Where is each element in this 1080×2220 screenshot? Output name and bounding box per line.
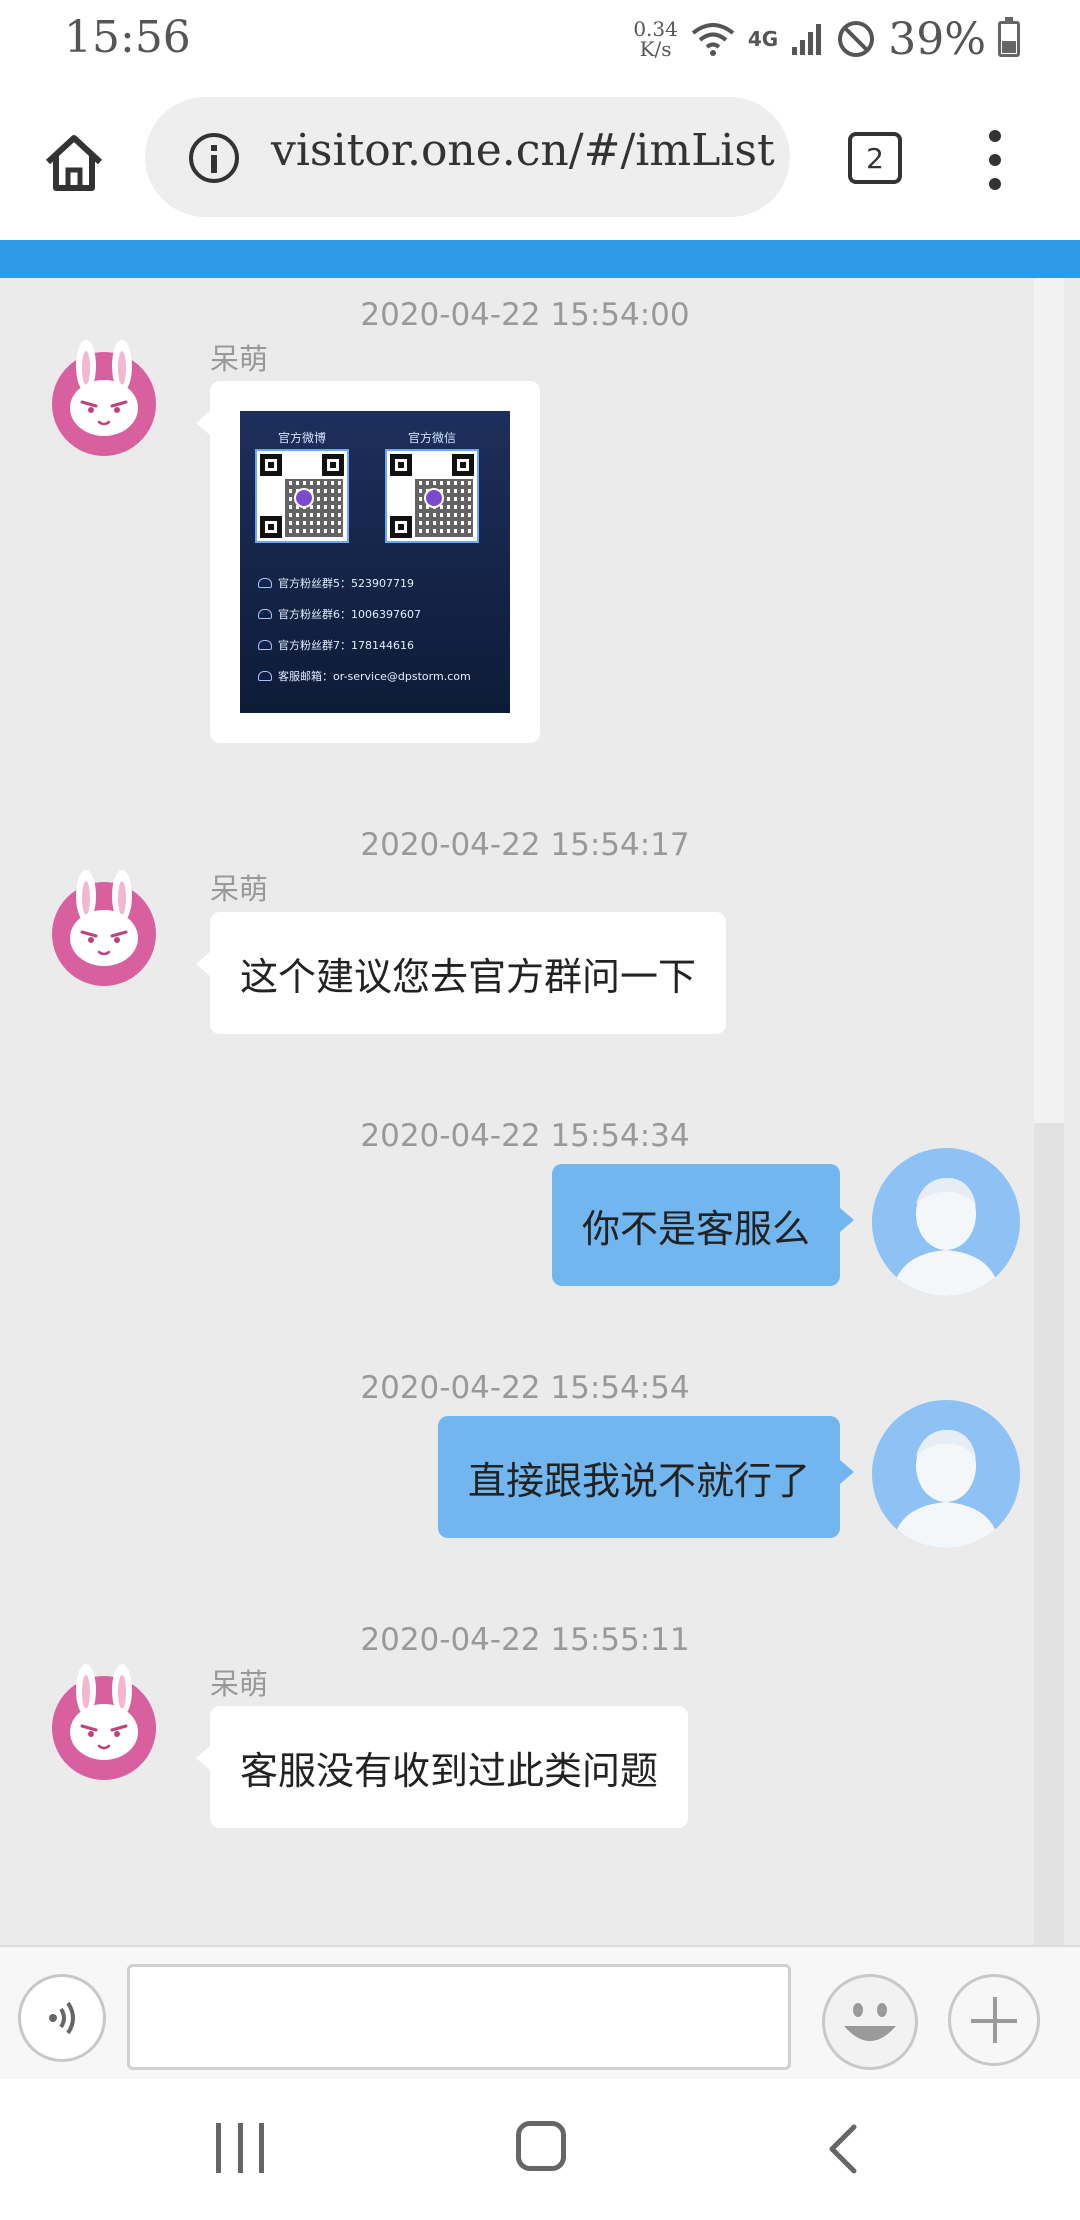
- message-input[interactable]: [127, 1964, 791, 2070]
- signal-icon: [792, 24, 822, 55]
- menu-dot: [989, 130, 1001, 142]
- message-timestamp: 2020-04-22 15:54:54: [360, 1370, 690, 1406]
- poster-line-text: 官方粉丝群5：523907719: [278, 577, 414, 590]
- agent-avatar[interactable]: [44, 868, 164, 988]
- weibo-qr-code: [255, 449, 349, 543]
- voice-button[interactable]: [18, 1974, 106, 2062]
- recent-apps-icon: [259, 2123, 264, 2173]
- system-nav-bar: [0, 2079, 1080, 2220]
- do-not-disturb-icon: [838, 21, 875, 57]
- user-avatar[interactable]: [872, 1400, 1020, 1548]
- group-icon: [258, 578, 272, 588]
- qr-finder: [452, 454, 474, 476]
- qr-finder: [390, 454, 412, 476]
- poster-line: 官方粉丝群5：523907719: [258, 575, 414, 591]
- qr-label-wechat: 官方微信: [407, 431, 456, 445]
- page-header-bar: [0, 240, 1080, 278]
- user-avatar[interactable]: [872, 1148, 1020, 1296]
- recent-apps-icon: [237, 2123, 243, 2173]
- menu-dot: [989, 178, 1001, 190]
- plus-button[interactable]: [948, 1974, 1040, 2066]
- poster-line: 客服邮箱：or-service@dpstorm.com: [258, 668, 471, 684]
- wechat-qr-code: [385, 449, 479, 543]
- browser-toolbar: visitor.one.cn/#/imList 2: [0, 80, 1080, 240]
- poster-line-text: 客服邮箱：or-service@dpstorm.com: [278, 670, 471, 683]
- tabs-button[interactable]: 2: [848, 132, 902, 184]
- agent-avatar[interactable]: [44, 338, 164, 458]
- battery-icon: [998, 17, 1020, 57]
- qr-logo: [294, 488, 314, 508]
- status-bar: 15:56 0.34 K/s 4G 39%: [0, 0, 1080, 80]
- recent-apps-icon: [216, 2123, 221, 2173]
- sender-name: 呆萌: [210, 342, 269, 376]
- wifi-icon: [691, 23, 735, 56]
- scrollbar[interactable]: [1034, 278, 1064, 1945]
- agent-avatar[interactable]: [44, 1662, 164, 1782]
- home-nav-button[interactable]: [516, 2121, 566, 2171]
- qr-finder: [260, 516, 282, 538]
- qr-logo: [424, 488, 444, 508]
- url-text: visitor.one.cn/#/imList: [271, 125, 775, 176]
- message-bubble[interactable]: 这个建议您去官方群问一下: [195, 912, 727, 1034]
- back-button[interactable]: [820, 2121, 870, 2177]
- message-timestamp: 2020-04-22 15:54:34: [360, 1118, 690, 1154]
- message-timestamp: 2020-04-22 15:55:11: [360, 1622, 690, 1658]
- message-bubble[interactable]: 直接跟我说不就行了: [437, 1416, 855, 1538]
- qr-label-weibo: 官方微博: [277, 431, 326, 445]
- more-menu-button[interactable]: [985, 130, 1005, 190]
- network-type: 4G: [747, 27, 779, 51]
- home-icon: [45, 135, 103, 191]
- poster-line-text: 官方粉丝群6：1006397607: [278, 608, 421, 621]
- qr-finder: [260, 454, 282, 476]
- address-bar[interactable]: visitor.one.cn/#/imList: [145, 97, 790, 217]
- poster-line: 官方粉丝群6：1006397607: [258, 606, 421, 622]
- qr-finder: [322, 454, 344, 476]
- network-speed-unit: K/s: [639, 37, 672, 61]
- message-timestamp: 2020-04-22 15:54:00: [360, 297, 690, 333]
- service-icon: [258, 671, 272, 681]
- qr-pattern: [415, 479, 473, 537]
- scrollbar-thumb[interactable]: [1034, 278, 1064, 1123]
- message-timestamp: 2020-04-22 15:54:17: [360, 827, 690, 863]
- message-bubble[interactable]: 客服没有收到过此类问题: [195, 1706, 689, 1828]
- group-icon: [258, 640, 272, 650]
- emoji-button[interactable]: [822, 1974, 918, 2070]
- battery-percent: 39%: [888, 13, 986, 65]
- tab-count: 2: [866, 141, 884, 175]
- emoji-icon: [844, 2003, 896, 2041]
- status-icons: 0.34 K/s 4G 39%: [633, 13, 1020, 65]
- group-icon: [258, 609, 272, 619]
- menu-dot: [989, 154, 1001, 166]
- poster-line-text: 官方粉丝群7：178144616: [278, 639, 414, 652]
- qr-pattern: [285, 479, 343, 537]
- info-icon[interactable]: [189, 133, 239, 183]
- recent-apps-button[interactable]: [216, 2123, 264, 2173]
- sender-name: 呆萌: [210, 1667, 269, 1701]
- status-time: 15:56: [64, 12, 191, 63]
- network-speed: 0.34 K/s: [633, 19, 678, 59]
- home-button[interactable]: [34, 122, 114, 202]
- sender-name: 呆萌: [210, 872, 269, 906]
- message-input-bar: [0, 1945, 1080, 2079]
- image-message[interactable]: 官方微博 官方微信 官方粉丝群5：523907719 官方粉丝群6：100639…: [196, 381, 540, 743]
- voice-icon: [49, 2001, 75, 2035]
- contact-info-image[interactable]: 官方微博 官方微信 官方粉丝群5：523907719 官方粉丝群6：100639…: [240, 411, 510, 713]
- network-speed-value: 0.34: [633, 17, 678, 41]
- screen: 15:56 0.34 K/s 4G 39% visitor.one.cn/#/i…: [0, 0, 1080, 2220]
- qr-finder: [390, 516, 412, 538]
- poster-line: 官方粉丝群7：178144616: [258, 637, 414, 653]
- message-bubble[interactable]: 你不是客服么: [551, 1164, 855, 1286]
- chat-area[interactable]: 2020-04-22 15:54:00 呆萌 官方微博 官方微信 官方粉丝群5：…: [0, 278, 1080, 1945]
